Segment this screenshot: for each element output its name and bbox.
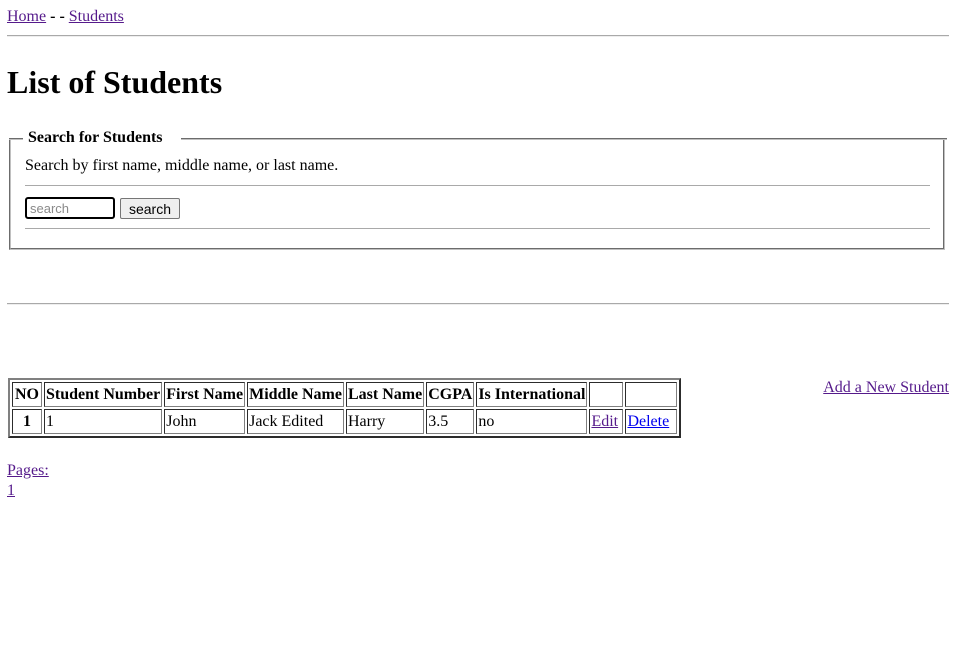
header-no: NO [12, 382, 42, 407]
search-fieldset [9, 138, 945, 250]
search-input[interactable] [25, 197, 115, 219]
cell-edit: Edit [589, 409, 624, 434]
add-student-link[interactable]: Add a New Student [823, 378, 949, 398]
search-button[interactable]: search [120, 198, 180, 219]
edit-link[interactable]: Edit [591, 413, 618, 430]
breadcrumb: Home - - Students [7, 7, 124, 27]
cell-is-international: no [476, 409, 588, 434]
breadcrumb-separator: - - [50, 8, 65, 25]
search-divider-top [25, 185, 930, 186]
middle-divider [7, 303, 949, 305]
cell-delete: Delete [625, 409, 678, 434]
table-row: 1 1 John Jack Edited Harry 3.5 no Edit D… [12, 409, 678, 434]
search-description: Search by first name, middle name, or la… [25, 157, 339, 174]
cell-cgpa: 3.5 [426, 409, 475, 434]
fieldset-border-right [181, 138, 947, 140]
header-student-number: Student Number [44, 382, 163, 407]
fieldset-border-left [9, 138, 23, 140]
header-middle-name: Middle Name [247, 382, 344, 407]
pagination: Pages: 1 [7, 461, 49, 501]
page-link-1[interactable]: 1 [7, 482, 15, 499]
breadcrumb-home-link[interactable]: Home [7, 8, 46, 25]
cell-no: 1 [12, 409, 42, 434]
search-divider-bottom [25, 228, 930, 229]
pages-label-link[interactable]: Pages: [7, 462, 49, 479]
delete-link[interactable]: Delete [627, 413, 669, 430]
header-edit [589, 382, 624, 407]
breadcrumb-students-link[interactable]: Students [69, 8, 124, 25]
table-header-row: NO Student Number First Name Middle Name… [12, 382, 678, 407]
search-legend: Search for Students [28, 129, 163, 146]
cell-last-name: Harry [345, 409, 425, 434]
cell-first-name: John [164, 409, 246, 434]
page-title: List of Students [7, 64, 223, 100]
header-first-name: First Name [164, 382, 246, 407]
header-last-name: Last Name [345, 382, 425, 407]
header-cgpa: CGPA [426, 382, 475, 407]
top-divider [7, 35, 949, 37]
header-is-international: Is International [476, 382, 588, 407]
header-delete [625, 382, 678, 407]
students-table: NO Student Number First Name Middle Name… [8, 378, 682, 438]
cell-student-number: 1 [44, 409, 163, 434]
cell-middle-name: Jack Edited [247, 409, 344, 434]
